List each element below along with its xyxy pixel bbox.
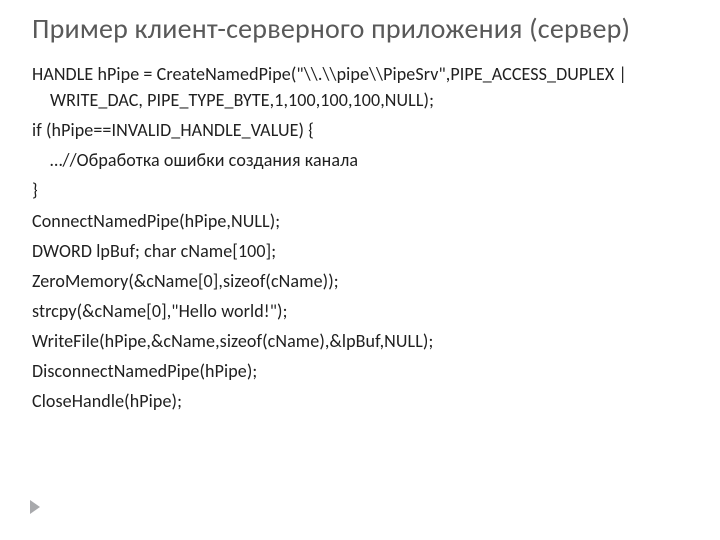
arrow-bullet-icon — [30, 500, 40, 514]
code-line: DWORD lpBuf; char cName[100]; — [32, 238, 688, 264]
code-line: HANDLE hPipe = CreateNamedPipe("\\.\\pip… — [32, 61, 688, 113]
code-block: HANDLE hPipe = CreateNamedPipe("\\.\\pip… — [32, 61, 688, 414]
slide-title: Пример клиент-серверного приложения (сер… — [32, 12, 688, 45]
code-line: CloseHandle(hPipe); — [32, 388, 688, 414]
code-line: if (hPipe==INVALID_HANDLE_VALUE) { — [32, 117, 688, 143]
code-line: ZeroMemory(&cName[0],sizeof(cName)); — [32, 268, 688, 294]
code-line: } — [32, 177, 688, 203]
code-line: DisconnectNamedPipe(hPipe); — [32, 358, 688, 384]
code-line: strcpy(&cName[0],"Hello world!"); — [32, 298, 688, 324]
code-line: WriteFile(hPipe,&cName,sizeof(cName),&lp… — [32, 328, 688, 354]
code-line: …//Обработка ошибки создания канала — [32, 147, 688, 173]
slide: Пример клиент-серверного приложения (сер… — [0, 0, 720, 540]
code-line: ConnectNamedPipe(hPipe,NULL); — [32, 208, 688, 234]
